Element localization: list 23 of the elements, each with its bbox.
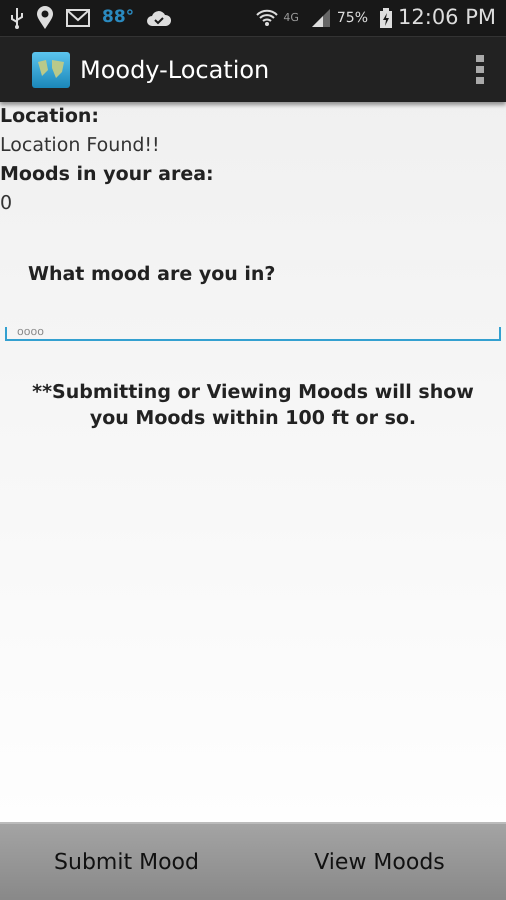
- info-note: **Submitting or Viewing Moods will show you Moods within 100 ft or so.: [31, 380, 475, 431]
- moods-count: 0: [0, 191, 14, 216]
- app-title: Moody-Location: [80, 54, 270, 86]
- signal-icon: [310, 8, 331, 28]
- location-label: Location:: [0, 104, 100, 129]
- cloud-check-icon: [146, 9, 172, 27]
- usb-icon: [10, 7, 24, 29]
- battery-text: 75%: [336, 8, 368, 28]
- question-text: What mood are you in?: [28, 262, 276, 287]
- moods-label: Moods in your area:: [0, 162, 215, 187]
- battery-icon: [380, 8, 392, 28]
- view-button[interactable]: View Moods: [253, 824, 506, 900]
- location-pin-icon: [36, 6, 54, 30]
- network-text: 4G: [283, 10, 299, 26]
- location-value: Location Found!!: [0, 133, 161, 158]
- app-map-icon: [32, 52, 70, 88]
- mood-input-field[interactable]: oooo: [5, 327, 501, 341]
- wifi-icon: [255, 7, 280, 29]
- time-text: 12:06 PM: [398, 4, 496, 32]
- temperature-text: 88°: [102, 6, 134, 30]
- mail-icon: [66, 9, 90, 27]
- overflow-menu-icon: [476, 54, 484, 84]
- submit-button[interactable]: Submit Mood: [0, 824, 253, 900]
